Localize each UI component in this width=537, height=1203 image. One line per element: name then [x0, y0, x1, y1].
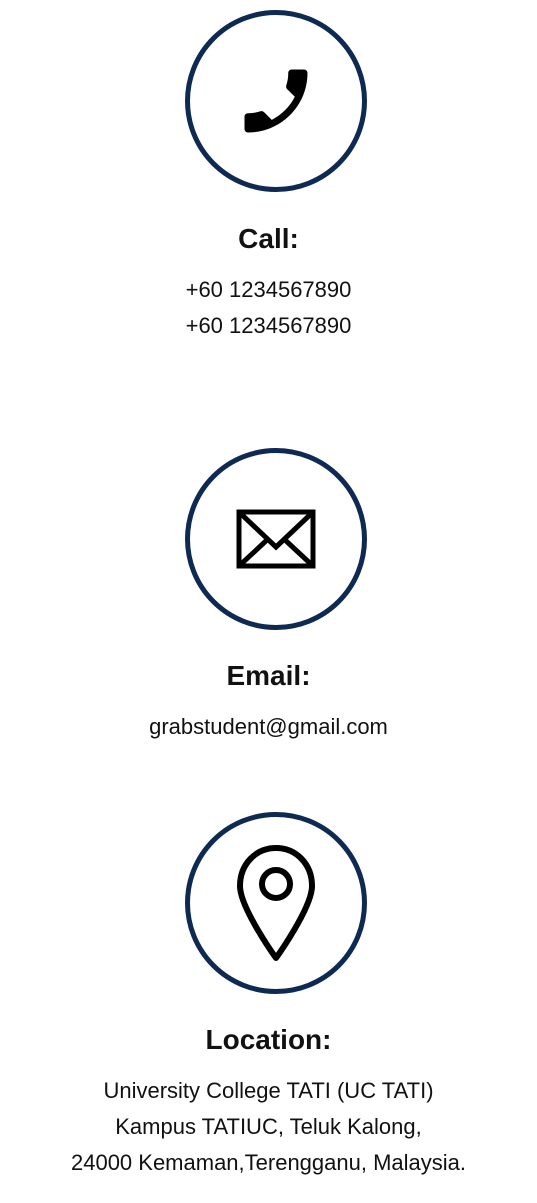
- location-line-3: 24000 Kemaman,Terengganu, Malaysia.: [70, 1150, 467, 1175]
- envelope-icon: [236, 509, 316, 569]
- envelope-icon-circle[interactable]: [185, 448, 367, 630]
- location-line-1: University College TATI (UC TATI): [103, 1078, 434, 1103]
- call-phone-2[interactable]: +60 1234567890: [0, 311, 537, 341]
- phone-icon: [244, 69, 308, 133]
- map-pin-icon: [237, 845, 315, 961]
- location-line-2: Kampus TATIUC, Teluk Kalong,: [115, 1114, 422, 1139]
- phone-icon-circle[interactable]: [185, 10, 367, 192]
- location-heading: Location:: [205, 1024, 332, 1055]
- call-heading: Call:: [238, 223, 299, 254]
- call-phone-1[interactable]: +60 1234567890: [0, 275, 537, 305]
- email-heading: Email:: [226, 660, 311, 691]
- email-address[interactable]: grabstudent@gmail.com: [0, 712, 537, 742]
- map-pin-icon-circle[interactable]: [185, 812, 367, 994]
